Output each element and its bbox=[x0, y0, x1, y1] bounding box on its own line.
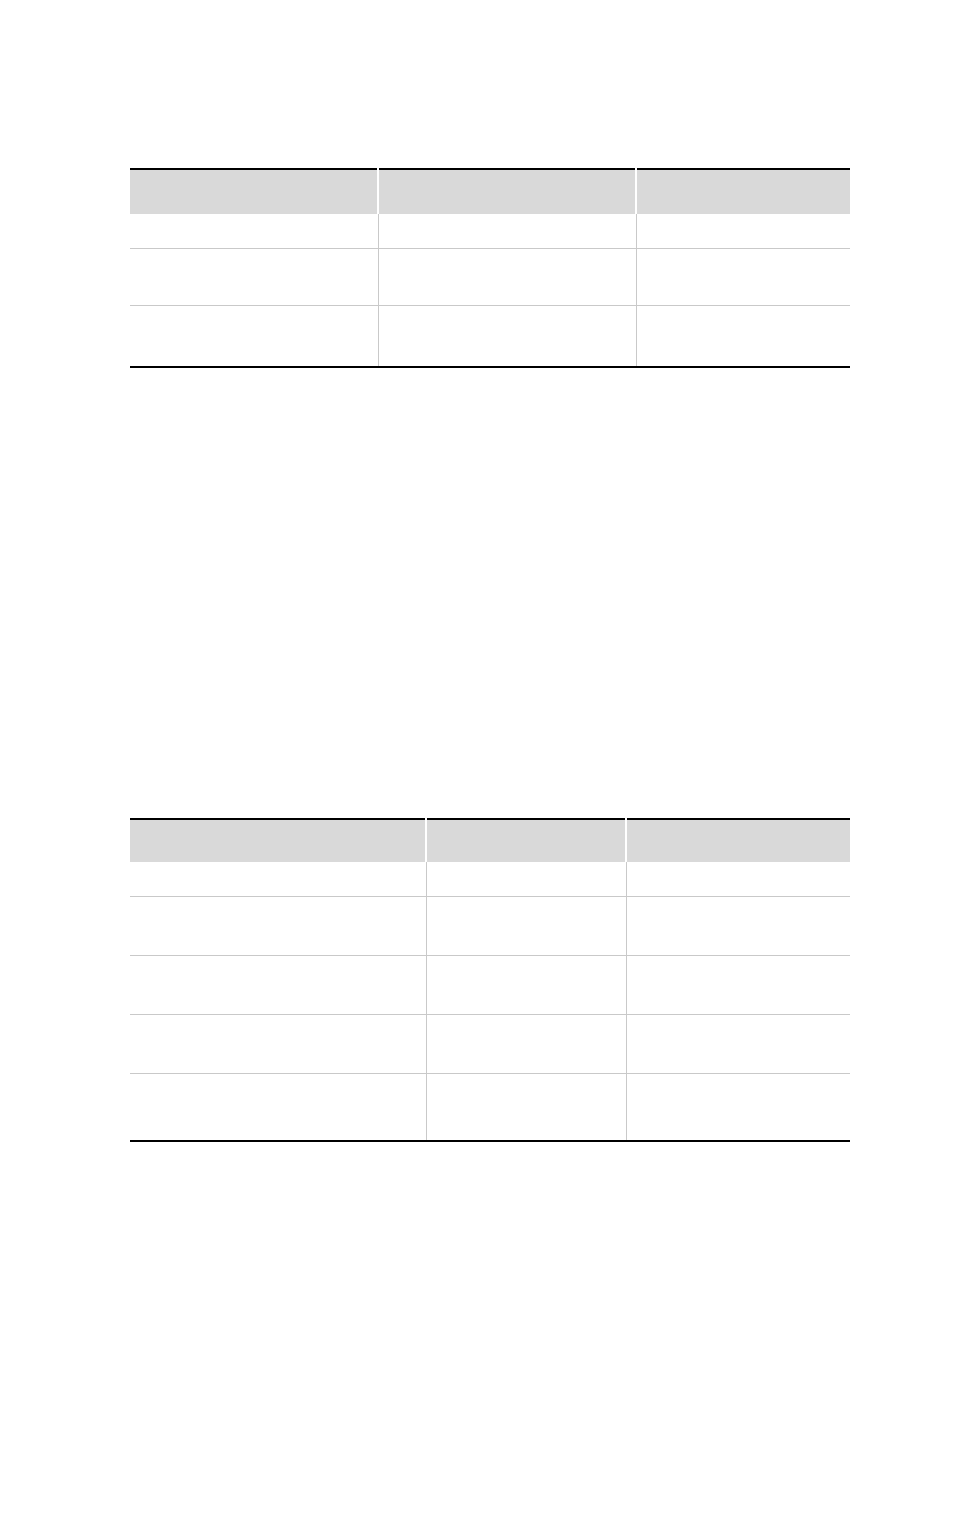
table-row bbox=[130, 306, 850, 368]
table-2-r1-c3 bbox=[626, 862, 850, 897]
table-row bbox=[130, 862, 850, 897]
table-1-header-cell-1 bbox=[130, 169, 378, 214]
table-1-r2-c1 bbox=[130, 249, 378, 306]
table-2-r4-c2 bbox=[426, 1015, 626, 1074]
table-1-header-cell-2 bbox=[378, 169, 636, 214]
table-2-r1-c2 bbox=[426, 862, 626, 897]
table-2-header-cell-1 bbox=[130, 819, 426, 862]
table-2-r5-c3 bbox=[626, 1074, 850, 1142]
table-1 bbox=[130, 168, 850, 368]
table-1-r3-c1 bbox=[130, 306, 378, 368]
table-2-r2-c2 bbox=[426, 897, 626, 956]
table-1-r1-c2 bbox=[378, 214, 636, 249]
table-row bbox=[130, 1015, 850, 1074]
table-2-header-row bbox=[130, 819, 850, 862]
table-row bbox=[130, 897, 850, 956]
table-2-r2-c3 bbox=[626, 897, 850, 956]
table-2-r4-c1 bbox=[130, 1015, 426, 1074]
table-1-r3-c2 bbox=[378, 306, 636, 368]
table-1-r2-c3 bbox=[636, 249, 850, 306]
table-row bbox=[130, 249, 850, 306]
table-1-header-cell-3 bbox=[636, 169, 850, 214]
table-1-r3-c3 bbox=[636, 306, 850, 368]
table-1-header-row bbox=[130, 169, 850, 214]
table-1-r1-c3 bbox=[636, 214, 850, 249]
table-1-r1-c1 bbox=[130, 214, 378, 249]
table-2-r3-c3 bbox=[626, 956, 850, 1015]
table-1-r2-c2 bbox=[378, 249, 636, 306]
table-row bbox=[130, 1074, 850, 1142]
table-row bbox=[130, 214, 850, 249]
table-2-r5-c2 bbox=[426, 1074, 626, 1142]
table-2-r2-c1 bbox=[130, 897, 426, 956]
table-2-header-cell-2 bbox=[426, 819, 626, 862]
table-2 bbox=[130, 818, 850, 1142]
table-2-r5-c1 bbox=[130, 1074, 426, 1142]
table-2-r3-c2 bbox=[426, 956, 626, 1015]
table-2-r3-c1 bbox=[130, 956, 426, 1015]
table-2-r1-c1 bbox=[130, 862, 426, 897]
table-row bbox=[130, 956, 850, 1015]
table-2-r4-c3 bbox=[626, 1015, 850, 1074]
table-2-header-cell-3 bbox=[626, 819, 850, 862]
